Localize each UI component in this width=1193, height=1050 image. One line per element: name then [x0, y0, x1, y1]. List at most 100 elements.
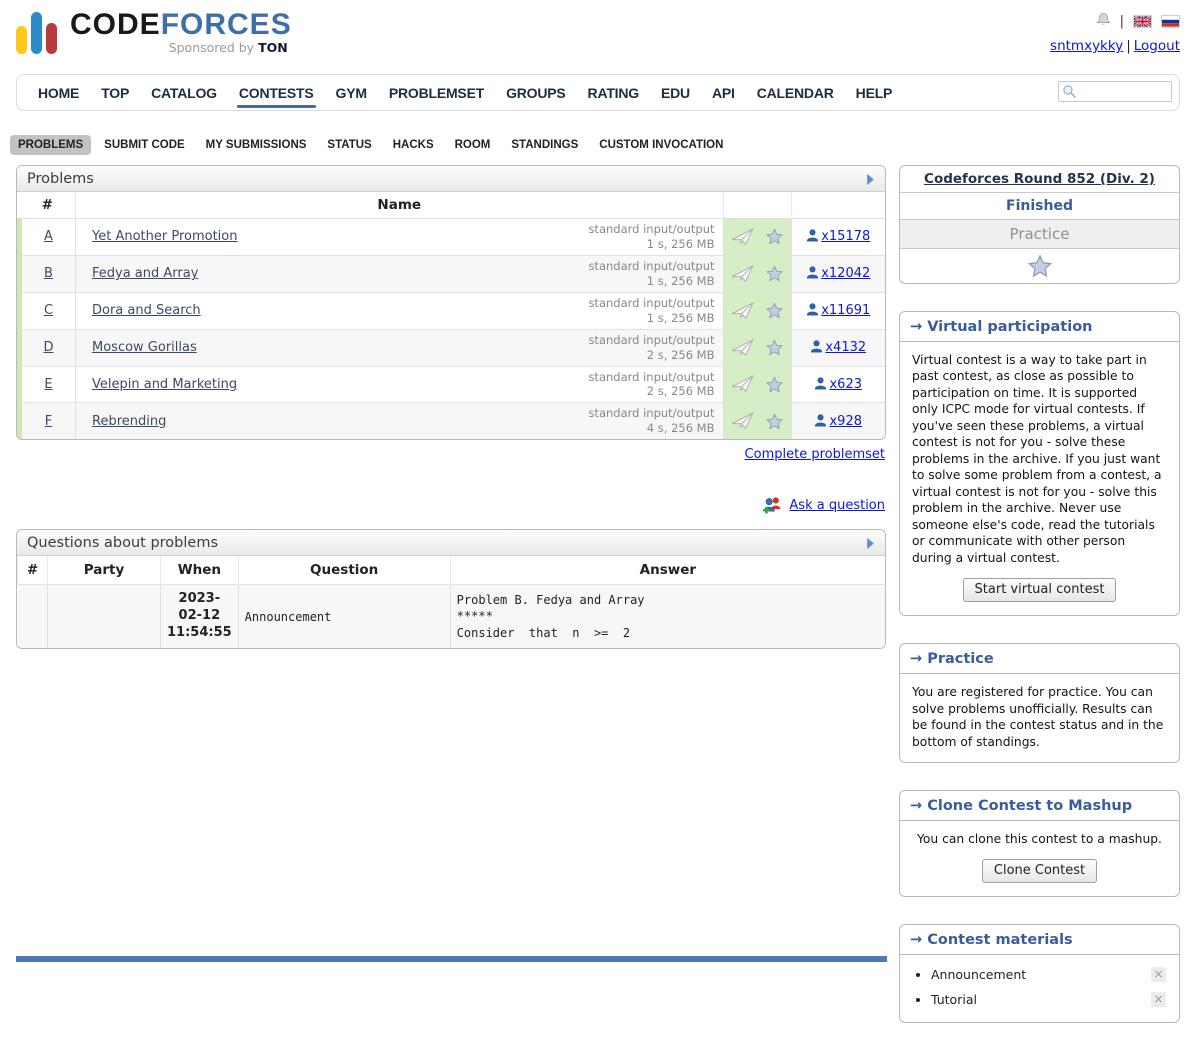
subnav-item[interactable]: HACKS: [385, 135, 442, 155]
question-when: 2023-02-12 11:54:55: [161, 585, 239, 648]
nav-item[interactable]: PROBLEMSET: [378, 76, 495, 110]
subnav-item[interactable]: SUBMIT CODE: [96, 135, 193, 155]
questions-box: Questions about problems #PartyWhenQuest…: [16, 529, 886, 649]
nav-item[interactable]: CALENDAR: [746, 76, 845, 110]
questions-col-header: #: [18, 556, 48, 585]
solved-count-link[interactable]: x623: [814, 377, 862, 392]
favorite-star-icon[interactable]: [766, 413, 783, 430]
virtual-participation-text: Virtual contest is a way to take part in…: [900, 342, 1179, 578]
material-link[interactable]: Announcement: [931, 967, 1026, 982]
problem-row: F Rebrending standard input/output 4 s, …: [20, 403, 886, 439]
problem-name-link[interactable]: Yet Another Promotion: [92, 229, 237, 244]
col-header-name: Name: [76, 192, 724, 219]
problem-name-link[interactable]: Dora and Search: [92, 303, 201, 318]
subnav-item[interactable]: STANDINGS: [503, 135, 586, 155]
favorite-star-icon[interactable]: [766, 302, 783, 319]
problem-row: C Dora and Search standard input/output …: [20, 292, 886, 329]
solved-count-link[interactable]: x15178: [806, 229, 870, 244]
subnav-item[interactable]: PROBLEMS: [10, 135, 91, 155]
nav-item[interactable]: EDU: [650, 76, 701, 110]
contest-title-link[interactable]: Codeforces Round 852 (Div. 2): [924, 171, 1155, 187]
username-link[interactable]: sntmxykky: [1050, 38, 1123, 54]
problem-row: B Fedya and Array standard input/output …: [20, 255, 886, 292]
problem-name-link[interactable]: Moscow Gorillas: [92, 340, 197, 355]
start-virtual-contest-button[interactable]: Start virtual contest: [963, 578, 1117, 602]
problem-limits: standard input/output 1 s, 256 MB: [588, 222, 714, 252]
submit-solution-icon[interactable]: [731, 339, 755, 357]
material-link[interactable]: Tutorial: [931, 992, 977, 1007]
solved-count-link[interactable]: x11691: [806, 303, 870, 318]
submit-solution-icon[interactable]: [731, 265, 755, 283]
separator: |: [1126, 38, 1131, 54]
questions-col-header: Answer: [450, 556, 885, 585]
contest-favorite-star-icon[interactable]: [1028, 267, 1052, 282]
collapse-arrow-icon[interactable]: [866, 538, 875, 549]
solved-count-link[interactable]: x4132: [810, 340, 866, 355]
nav-item[interactable]: HELP: [845, 76, 904, 110]
nav-item[interactable]: CATALOG: [140, 76, 228, 110]
question-row: 2023-02-12 11:54:55 Announcement Problem…: [18, 585, 886, 648]
problem-index-link[interactable]: F: [45, 414, 52, 429]
questions-col-header: Party: [48, 556, 161, 585]
problem-index-link[interactable]: D: [43, 340, 53, 355]
problems-box: Problems # Name: [16, 165, 886, 440]
submit-solution-icon[interactable]: [731, 412, 755, 430]
question-text: Announcement: [238, 585, 450, 648]
collapse-arrow-icon[interactable]: [866, 174, 875, 185]
contest-info-box: Codeforces Round 852 (Div. 2) Finished P…: [899, 165, 1180, 284]
favorite-star-icon[interactable]: [766, 376, 783, 393]
favorite-star-icon[interactable]: [766, 339, 783, 356]
problem-index-link[interactable]: C: [44, 303, 53, 318]
material-item: Tutorial ×: [931, 992, 1166, 1007]
nav-item[interactable]: API: [701, 76, 746, 110]
separator: |: [1120, 14, 1124, 29]
subnav-item[interactable]: MY SUBMISSIONS: [198, 135, 315, 155]
nav-item[interactable]: RATING: [577, 76, 650, 110]
person-icon: [814, 377, 827, 390]
nav-item[interactable]: CONTESTS: [228, 76, 325, 110]
submit-solution-icon[interactable]: [731, 375, 755, 393]
problem-index-link[interactable]: B: [44, 266, 53, 281]
questions-col-header: Question: [238, 556, 450, 585]
subnav-item[interactable]: CUSTOM INVOCATION: [591, 135, 731, 155]
virtual-participation-title: → Virtual participation: [900, 312, 1179, 342]
problem-name-link[interactable]: Fedya and Array: [92, 266, 198, 281]
problem-limits: standard input/output 2 s, 256 MB: [588, 370, 714, 400]
problem-row: E Velepin and Marketing standard input/o…: [20, 366, 886, 403]
problem-name-link[interactable]: Rebrending: [92, 414, 166, 429]
practice-text: You are registered for practice. You can…: [900, 674, 1179, 762]
logout-link[interactable]: Logout: [1134, 38, 1180, 54]
nav-item[interactable]: TOP: [90, 76, 140, 110]
solved-count-link[interactable]: x12042: [806, 266, 870, 281]
submit-solution-icon[interactable]: [731, 228, 755, 246]
person-icon: [810, 340, 823, 353]
problem-index-link[interactable]: E: [44, 377, 52, 392]
clone-contest-button[interactable]: Clone Contest: [982, 859, 1097, 883]
problem-limits: standard input/output 4 s, 256 MB: [588, 406, 714, 436]
codeforces-logo[interactable]: CODEFORCES Sponsored by TON: [16, 10, 292, 74]
close-icon[interactable]: ×: [1151, 992, 1166, 1007]
subnav-item[interactable]: ROOM: [447, 135, 499, 155]
complete-problemset-link[interactable]: Complete problemset: [745, 447, 885, 462]
submit-solution-icon[interactable]: [731, 302, 755, 320]
person-icon: [806, 229, 819, 242]
favorite-star-icon[interactable]: [766, 228, 783, 245]
subnav-item[interactable]: STATUS: [319, 135, 379, 155]
english-flag-icon[interactable]: [1133, 15, 1152, 28]
practice-box: → Practice You are registered for practi…: [899, 643, 1180, 763]
bell-icon[interactable]: [1096, 12, 1111, 31]
nav-item[interactable]: GYM: [325, 76, 378, 110]
solved-count-link[interactable]: x928: [814, 414, 862, 429]
russian-flag-icon[interactable]: [1161, 15, 1180, 28]
questions-col-header: When: [161, 556, 239, 585]
nav-item[interactable]: HOME: [27, 76, 90, 110]
col-header-index: #: [20, 192, 76, 219]
ask-question-link[interactable]: Ask a question: [789, 498, 885, 513]
favorite-star-icon[interactable]: [766, 265, 783, 282]
nav-item[interactable]: GROUPS: [495, 76, 576, 110]
problem-name-link[interactable]: Velepin and Marketing: [92, 377, 237, 392]
problem-index-link[interactable]: A: [44, 229, 53, 244]
page-header: CODEFORCES Sponsored by TON |: [0, 0, 1193, 74]
questions-caption: Questions about problems: [27, 535, 218, 551]
close-icon[interactable]: ×: [1151, 967, 1166, 982]
